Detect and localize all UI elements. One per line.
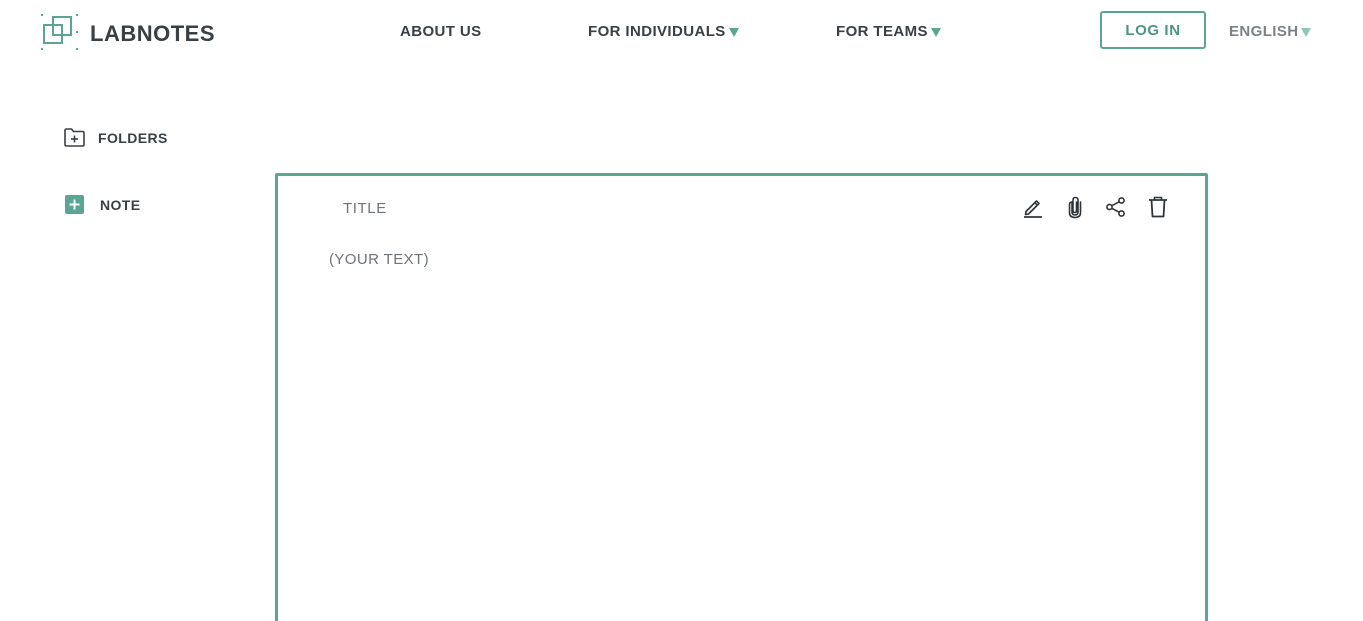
- logo-text: LABNOTES: [90, 21, 215, 46]
- caret-down-icon: [728, 27, 739, 37]
- nav-for-individuals-label: FOR INDIVIDUALS: [588, 23, 726, 40]
- note-title-input[interactable]: TITLE: [343, 200, 387, 217]
- attach-button[interactable]: [1062, 194, 1088, 220]
- nav-for-individuals[interactable]: FOR INDIVIDUALS: [588, 23, 739, 40]
- pencil-icon: [1024, 200, 1042, 218]
- sidebar-item-folders[interactable]: FOLDERS: [64, 128, 168, 147]
- login-button[interactable]: LOG IN: [1100, 11, 1206, 49]
- share-icon: [1106, 197, 1125, 217]
- nav-for-teams-label: FOR TEAMS: [836, 23, 928, 40]
- share-button[interactable]: [1103, 194, 1129, 220]
- caret-down-icon: [1301, 27, 1312, 37]
- caret-down-icon: [930, 27, 941, 37]
- trash-icon: [1149, 196, 1167, 218]
- paperclip-icon: [1068, 196, 1082, 219]
- page: LABNOTES ABOUT US FOR INDIVIDUALS FOR TE…: [0, 0, 1363, 621]
- nav-about-us-label: ABOUT US: [400, 23, 482, 40]
- nav-about-us[interactable]: ABOUT US: [400, 23, 482, 40]
- sidebar-item-folders-label: FOLDERS: [98, 129, 168, 146]
- folder-plus-icon: [64, 128, 85, 147]
- logo[interactable]: LABNOTES: [40, 13, 215, 55]
- edit-button[interactable]: [1020, 194, 1046, 220]
- language-select[interactable]: ENGLISH: [1229, 23, 1312, 40]
- delete-button[interactable]: [1145, 194, 1171, 220]
- note-editor: TITLE (YOUR TEXT): [275, 173, 1208, 621]
- plus-square-icon: [65, 195, 84, 214]
- sidebar-item-note-label: NOTE: [100, 196, 141, 213]
- logo-mark-icon: [41, 14, 78, 50]
- nav-for-teams[interactable]: FOR TEAMS: [836, 23, 941, 40]
- sidebar-item-note[interactable]: NOTE: [65, 195, 141, 214]
- note-body-textarea[interactable]: (YOUR TEXT): [329, 251, 429, 268]
- language-label: ENGLISH: [1229, 23, 1299, 40]
